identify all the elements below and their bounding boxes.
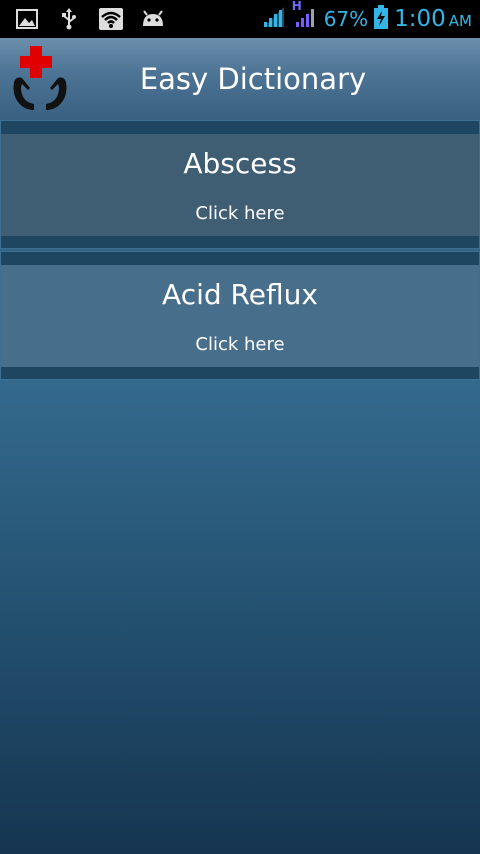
android-icon (140, 7, 166, 31)
status-bar: H 67% 1:00 AM (0, 0, 480, 38)
battery-percent: 67% (323, 7, 369, 31)
list-item-title: Acid Reflux (162, 278, 318, 311)
term-list: Abscess Click here Acid Reflux Click her… (0, 120, 480, 382)
network-type-label: H (291, 0, 302, 13)
battery-charging-icon (374, 5, 389, 33)
clock: 1:00 AM (394, 6, 472, 32)
list-item-abscess[interactable]: Abscess Click here (0, 120, 480, 249)
usb-icon (56, 7, 82, 31)
app-title: Easy Dictionary (139, 62, 367, 96)
signal-2-icon: H (292, 0, 318, 33)
system-status: H 67% 1:00 AM (262, 0, 472, 38)
action-bar: Easy Dictionary (0, 38, 480, 120)
list-item-title: Abscess (183, 147, 297, 180)
clock-time: 1:00 (394, 6, 446, 32)
list-item-subtitle: Click here (195, 334, 285, 355)
list-item-acid-reflux[interactable]: Acid Reflux Click here (0, 251, 480, 380)
image-icon (14, 7, 40, 31)
notification-icons (0, 7, 166, 31)
clock-ampm: AM (448, 12, 472, 30)
wifi-icon (98, 7, 124, 31)
signal-1-icon (262, 5, 286, 33)
list-item-subtitle: Click here (195, 203, 285, 224)
